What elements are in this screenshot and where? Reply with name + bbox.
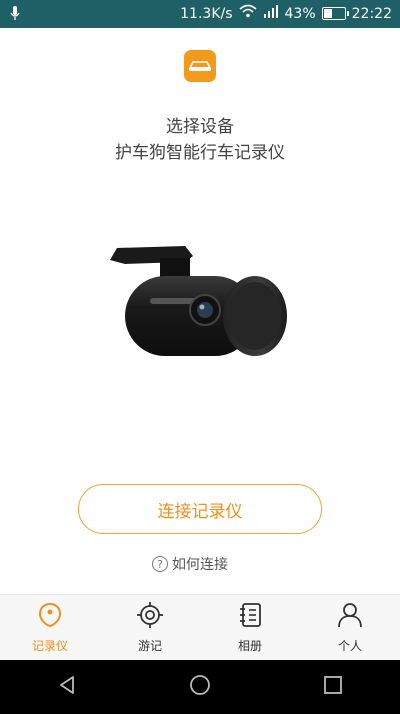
system-navigation-bar: [0, 660, 400, 714]
mic-icon: [10, 5, 20, 25]
person-icon: [336, 601, 364, 633]
home-icon[interactable]: [188, 673, 212, 701]
help-icon: ?: [152, 556, 168, 572]
tab-travel-notes[interactable]: 游记: [100, 595, 200, 661]
how-to-connect-link[interactable]: ? 如何连接: [152, 554, 228, 574]
tab-label: 记录仪: [31, 639, 68, 653]
signal-icon: [263, 4, 279, 23]
bottom-tab-bar: 记录仪 游记 相册 个人: [0, 594, 400, 661]
status-bar: 11.3K/s 43% 22:22: [0, 0, 400, 28]
device-name: 护车狗智能行车记录仪: [115, 143, 285, 163]
wifi-icon: [238, 4, 257, 23]
app-logo-icon: [184, 50, 216, 82]
battery-icon: [321, 7, 349, 20]
recorder-icon: [36, 601, 64, 633]
how-to-connect-label: 如何连接: [172, 557, 228, 573]
dashcam-image: [105, 228, 295, 363]
recent-apps-icon[interactable]: [321, 673, 345, 701]
back-icon[interactable]: [55, 673, 79, 701]
tab-label: 相册: [237, 639, 262, 653]
tab-label: 个人: [337, 639, 362, 653]
page-title: 选择设备: [166, 117, 234, 137]
tab-album[interactable]: 相册: [200, 595, 300, 661]
tab-profile[interactable]: 个人: [300, 595, 400, 661]
tab-recorder[interactable]: 记录仪: [0, 595, 100, 661]
clock: 22:22: [351, 5, 392, 22]
target-icon: [136, 601, 164, 633]
network-speed: 11.3K/s: [180, 5, 233, 22]
connect-recorder-button[interactable]: 连接记录仪: [78, 484, 322, 534]
album-icon: [236, 601, 264, 633]
battery-percent: 43%: [284, 5, 316, 22]
tab-label: 游记: [137, 639, 162, 653]
